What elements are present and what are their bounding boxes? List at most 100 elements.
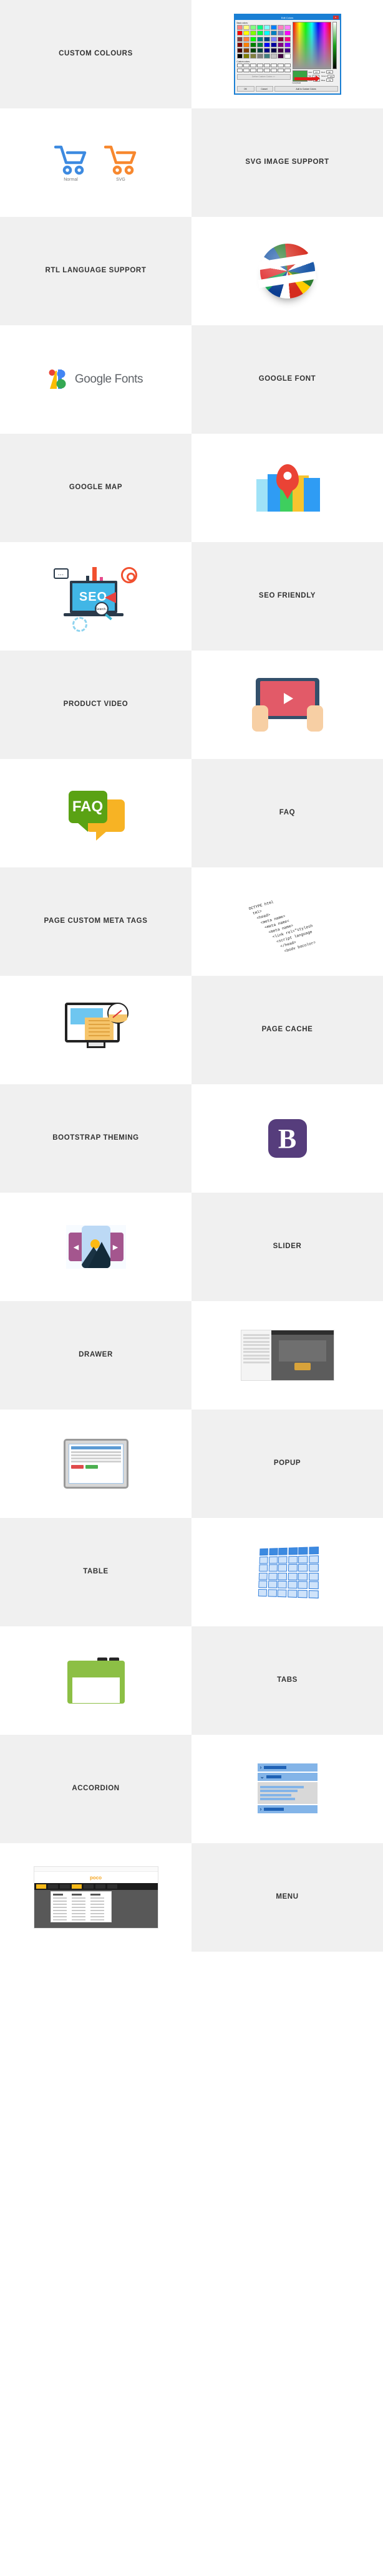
nav-item[interactable] bbox=[95, 1884, 105, 1889]
custom-color-slot[interactable] bbox=[236, 68, 243, 72]
nav-item[interactable] bbox=[71, 1884, 82, 1889]
basic-color-swatch[interactable] bbox=[271, 25, 277, 30]
basic-color-swatch[interactable] bbox=[271, 31, 277, 36]
basic-color-swatch[interactable] bbox=[277, 48, 284, 54]
menu-item[interactable] bbox=[90, 1897, 104, 1899]
basic-color-swatch[interactable] bbox=[243, 25, 250, 30]
menu-item[interactable] bbox=[52, 1910, 67, 1911]
custom-color-slot[interactable] bbox=[257, 68, 263, 72]
basic-color-swatch[interactable] bbox=[264, 54, 270, 59]
basic-color-swatch[interactable] bbox=[243, 42, 250, 47]
basic-color-swatch[interactable] bbox=[243, 54, 250, 59]
custom-color-slot[interactable] bbox=[243, 68, 250, 72]
custom-color-slot[interactable] bbox=[236, 64, 243, 68]
menu-item[interactable] bbox=[90, 1910, 104, 1911]
basic-color-swatch[interactable] bbox=[236, 31, 243, 36]
custom-color-slot[interactable] bbox=[257, 64, 263, 68]
custom-color-slot[interactable] bbox=[277, 68, 284, 72]
nav-item[interactable] bbox=[107, 1884, 117, 1889]
field-value[interactable]: 179 bbox=[327, 74, 335, 78]
menu-item[interactable] bbox=[90, 1904, 104, 1905]
menu-item[interactable] bbox=[90, 1919, 104, 1920]
basic-color-swatch[interactable] bbox=[284, 48, 291, 54]
basic-color-swatch[interactable] bbox=[257, 36, 263, 42]
basic-color-swatch[interactable] bbox=[257, 31, 263, 36]
basic-color-swatch[interactable] bbox=[257, 25, 263, 30]
nav-item[interactable] bbox=[36, 1884, 46, 1889]
custom-color-slot[interactable] bbox=[243, 64, 250, 68]
basic-color-swatch[interactable] bbox=[250, 42, 256, 47]
close-icon[interactable]: x bbox=[332, 16, 339, 19]
menu-item[interactable] bbox=[52, 1919, 67, 1920]
menu-item[interactable] bbox=[52, 1916, 67, 1917]
field-value[interactable]: 37 bbox=[313, 70, 320, 74]
add-to-custom-colors-button[interactable]: Add to Custom Colors bbox=[274, 86, 338, 92]
accordion-header-expanded[interactable]: ⌄ bbox=[257, 1773, 318, 1782]
menu-item[interactable] bbox=[90, 1901, 104, 1902]
ok-button[interactable]: OK bbox=[236, 86, 255, 92]
custom-color-slot[interactable] bbox=[250, 64, 256, 68]
basic-color-swatch[interactable] bbox=[277, 54, 284, 59]
basic-color-swatch[interactable] bbox=[264, 31, 270, 36]
menu-item[interactable] bbox=[52, 1913, 67, 1914]
nav-item[interactable] bbox=[47, 1884, 58, 1889]
menu-item[interactable] bbox=[71, 1910, 85, 1911]
custom-color-slot[interactable] bbox=[284, 68, 291, 72]
basic-color-swatch[interactable] bbox=[284, 25, 291, 30]
custom-color-slot[interactable] bbox=[271, 64, 277, 68]
popup-secondary-button[interactable] bbox=[85, 1464, 98, 1469]
menu-item[interactable] bbox=[90, 1916, 104, 1917]
menu-item[interactable] bbox=[52, 1897, 67, 1899]
basic-color-swatch[interactable] bbox=[271, 54, 277, 59]
menu-item[interactable] bbox=[71, 1919, 85, 1920]
basic-color-swatch[interactable] bbox=[284, 42, 291, 47]
play-icon[interactable] bbox=[283, 693, 293, 704]
basic-color-swatch[interactable] bbox=[264, 36, 270, 42]
menu-item[interactable] bbox=[71, 1897, 85, 1899]
basic-color-swatch[interactable] bbox=[264, 48, 270, 54]
menu-item[interactable] bbox=[52, 1901, 67, 1902]
popup-primary-button[interactable] bbox=[70, 1464, 84, 1469]
menu-item[interactable] bbox=[71, 1901, 85, 1902]
menu-item[interactable] bbox=[71, 1916, 85, 1917]
color-spectrum[interactable] bbox=[292, 22, 331, 69]
nav-item[interactable] bbox=[83, 1884, 94, 1889]
drawer-panel[interactable] bbox=[241, 1330, 271, 1380]
custom-color-slot[interactable] bbox=[277, 64, 284, 68]
custom-color-slot[interactable] bbox=[284, 64, 291, 68]
menu-item[interactable] bbox=[90, 1913, 104, 1914]
custom-color-slot[interactable] bbox=[264, 64, 270, 68]
menu-item[interactable] bbox=[71, 1904, 85, 1905]
field-value[interactable]: 73 bbox=[326, 79, 334, 82]
define-custom-colors-button[interactable]: Define Custom Colors >> bbox=[236, 74, 291, 80]
menu-item[interactable] bbox=[52, 1904, 67, 1905]
basic-color-swatch[interactable] bbox=[271, 36, 277, 42]
basic-color-swatch[interactable] bbox=[250, 25, 256, 30]
basic-color-swatch[interactable] bbox=[277, 36, 284, 42]
basic-color-swatch[interactable] bbox=[243, 48, 250, 54]
basic-color-swatch[interactable] bbox=[257, 48, 263, 54]
basic-color-swatch[interactable] bbox=[257, 54, 263, 59]
cancel-button[interactable]: Cancel bbox=[255, 86, 273, 92]
menu-item[interactable] bbox=[52, 1907, 67, 1908]
custom-color-slot[interactable] bbox=[264, 68, 270, 72]
basic-color-swatch[interactable] bbox=[236, 36, 243, 42]
basic-color-swatch[interactable] bbox=[277, 31, 284, 36]
basic-color-swatch[interactable] bbox=[257, 42, 263, 47]
basic-color-swatch[interactable] bbox=[284, 31, 291, 36]
basic-color-swatch[interactable] bbox=[236, 25, 243, 30]
menu-item[interactable] bbox=[71, 1913, 85, 1914]
menu-item[interactable] bbox=[71, 1907, 85, 1908]
menu-item[interactable] bbox=[90, 1907, 104, 1908]
basic-color-swatch[interactable] bbox=[236, 54, 243, 59]
accordion-header-collapsed-2[interactable]: › bbox=[257, 1805, 318, 1813]
basic-color-swatch[interactable] bbox=[236, 48, 243, 54]
basic-color-swatch[interactable] bbox=[250, 31, 256, 36]
accordion-header-collapsed[interactable]: › bbox=[257, 1763, 318, 1772]
basic-color-swatch[interactable] bbox=[250, 54, 256, 59]
basic-color-swatch[interactable] bbox=[264, 42, 270, 47]
custom-color-slot[interactable] bbox=[271, 68, 277, 72]
field-value[interactable]: 49 bbox=[326, 70, 333, 74]
basic-color-swatch[interactable] bbox=[236, 42, 243, 47]
basic-color-swatch[interactable] bbox=[271, 48, 277, 54]
